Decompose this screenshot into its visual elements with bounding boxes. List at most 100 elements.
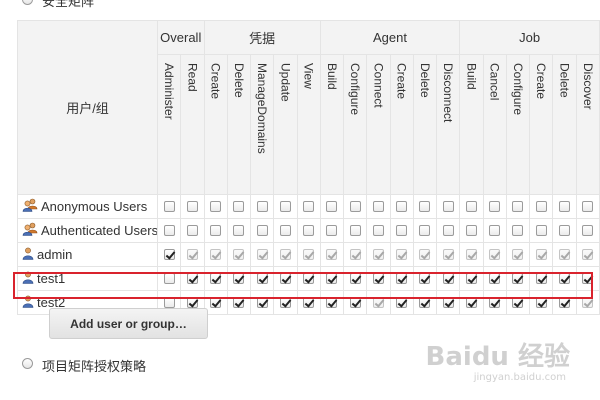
permission-checkbox[interactable] — [419, 272, 431, 284]
permission-checkbox[interactable] — [256, 224, 268, 236]
permission-checkbox[interactable] — [326, 200, 338, 212]
add-user-or-group-button[interactable]: Add user or group… — [49, 308, 208, 339]
permission-checkbox[interactable] — [512, 272, 524, 284]
permission-checkbox[interactable] — [558, 296, 570, 308]
permission-cell — [366, 194, 391, 219]
permission-checkbox[interactable] — [256, 248, 268, 260]
permission-checkbox[interactable] — [582, 200, 594, 212]
permission-checkbox[interactable] — [349, 224, 361, 236]
permission-checkbox[interactable] — [372, 248, 384, 260]
permission-checkbox[interactable] — [396, 224, 408, 236]
permission-checkbox[interactable] — [210, 296, 222, 308]
permission-checkbox[interactable] — [279, 248, 291, 260]
permission-checkbox[interactable] — [186, 296, 198, 308]
permission-checkbox[interactable] — [442, 224, 454, 236]
permission-checkbox[interactable] — [303, 224, 315, 236]
permission-checkbox[interactable] — [419, 200, 431, 212]
permission-checkbox[interactable] — [163, 248, 175, 260]
permission-checkbox[interactable] — [210, 200, 222, 212]
permission-checkbox[interactable] — [396, 248, 408, 260]
permission-checkbox[interactable] — [465, 296, 477, 308]
permission-checkbox[interactable] — [442, 200, 454, 212]
permission-checkbox[interactable] — [326, 248, 338, 260]
permission-checkbox[interactable] — [535, 224, 547, 236]
permission-checkbox[interactable] — [582, 296, 594, 308]
permission-checkbox[interactable] — [186, 272, 198, 284]
permission-checkbox[interactable] — [372, 272, 384, 284]
permission-checkbox[interactable] — [279, 200, 291, 212]
permission-checkbox[interactable] — [303, 296, 315, 308]
permission-checkbox[interactable] — [326, 296, 338, 308]
permission-checkbox[interactable] — [210, 248, 222, 260]
permission-checkbox[interactable] — [279, 296, 291, 308]
permission-checkbox[interactable] — [512, 248, 524, 260]
permission-checkbox[interactable] — [558, 272, 570, 284]
permission-checkbox[interactable] — [372, 200, 384, 212]
permission-checkbox[interactable] — [163, 200, 175, 212]
permission-checkbox[interactable] — [326, 272, 338, 284]
permission-checkbox[interactable] — [489, 296, 501, 308]
permission-checkbox[interactable] — [233, 224, 245, 236]
permission-checkbox[interactable] — [489, 272, 501, 284]
permission-checkbox[interactable] — [512, 224, 524, 236]
permission-checkbox[interactable] — [582, 248, 594, 260]
permission-checkbox[interactable] — [442, 296, 454, 308]
permission-checkbox[interactable] — [582, 272, 594, 284]
permission-checkbox[interactable] — [558, 224, 570, 236]
permission-checkbox[interactable] — [210, 272, 222, 284]
permission-checkbox[interactable] — [582, 224, 594, 236]
permission-checkbox[interactable] — [512, 200, 524, 212]
permission-checkbox[interactable] — [163, 296, 175, 308]
project-matrix-radio[interactable] — [22, 358, 33, 369]
permission-checkbox[interactable] — [489, 200, 501, 212]
permission-checkbox[interactable] — [210, 224, 222, 236]
permission-checkbox[interactable] — [465, 224, 477, 236]
permission-checkbox[interactable] — [558, 248, 570, 260]
permission-checkbox[interactable] — [489, 248, 501, 260]
permission-checkbox[interactable] — [465, 200, 477, 212]
security-matrix-radio[interactable] — [22, 0, 33, 5]
permission-checkbox[interactable] — [442, 272, 454, 284]
permission-checkbox[interactable] — [279, 272, 291, 284]
permission-checkbox[interactable] — [256, 296, 268, 308]
permission-checkbox[interactable] — [535, 296, 547, 308]
permission-checkbox[interactable] — [186, 200, 198, 212]
permission-checkbox[interactable] — [372, 224, 384, 236]
permission-checkbox[interactable] — [558, 200, 570, 212]
permission-checkbox[interactable] — [256, 272, 268, 284]
permission-checkbox[interactable] — [489, 224, 501, 236]
permission-checkbox[interactable] — [535, 248, 547, 260]
permission-checkbox[interactable] — [349, 296, 361, 308]
permission-checkbox[interactable] — [465, 248, 477, 260]
permission-checkbox[interactable] — [186, 248, 198, 260]
permission-checkbox[interactable] — [303, 200, 315, 212]
permission-checkbox[interactable] — [442, 248, 454, 260]
permission-checkbox[interactable] — [256, 200, 268, 212]
permission-checkbox[interactable] — [419, 224, 431, 236]
permission-checkbox[interactable] — [233, 200, 245, 212]
permission-checkbox[interactable] — [512, 296, 524, 308]
permission-checkbox[interactable] — [465, 272, 477, 284]
permission-checkbox[interactable] — [233, 248, 245, 260]
permission-checkbox[interactable] — [419, 296, 431, 308]
permission-checkbox[interactable] — [535, 272, 547, 284]
permission-checkbox[interactable] — [396, 200, 408, 212]
permission-checkbox[interactable] — [163, 272, 175, 284]
permission-checkbox[interactable] — [279, 224, 291, 236]
permission-checkbox[interactable] — [233, 296, 245, 308]
permission-checkbox[interactable] — [535, 200, 547, 212]
permission-checkbox[interactable] — [233, 272, 245, 284]
permission-checkbox[interactable] — [419, 248, 431, 260]
permission-checkbox[interactable] — [349, 272, 361, 284]
permission-checkbox[interactable] — [326, 224, 338, 236]
permission-checkbox[interactable] — [396, 296, 408, 308]
user-icon — [22, 247, 34, 263]
permission-checkbox[interactable] — [372, 296, 384, 308]
permission-checkbox[interactable] — [163, 224, 175, 236]
permission-checkbox[interactable] — [349, 200, 361, 212]
permission-checkbox[interactable] — [186, 224, 198, 236]
permission-checkbox[interactable] — [396, 272, 408, 284]
permission-checkbox[interactable] — [349, 248, 361, 260]
permission-checkbox[interactable] — [303, 272, 315, 284]
permission-checkbox[interactable] — [303, 248, 315, 260]
